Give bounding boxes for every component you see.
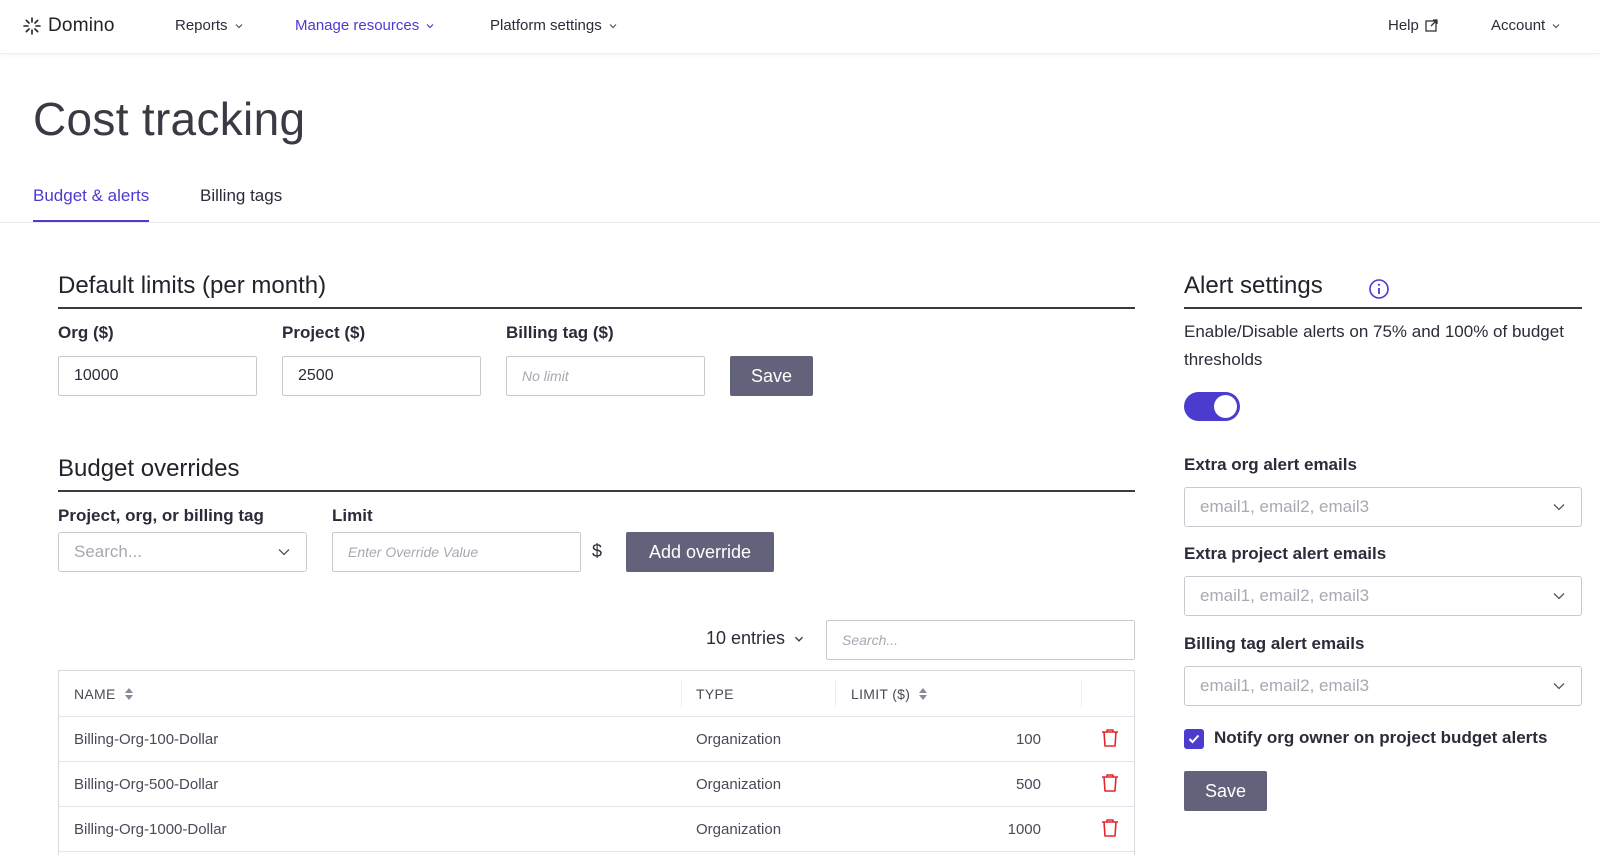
- save-alert-settings-button[interactable]: Save: [1184, 771, 1267, 811]
- override-limit-input[interactable]: Enter Override Value: [332, 532, 581, 572]
- project-limit-label: Project ($): [282, 323, 366, 342]
- alert-description: Enable/Disable alerts on 75% and 100% of…: [1184, 322, 1564, 369]
- tab-budget-alerts[interactable]: Budget & alerts: [33, 186, 150, 222]
- nav-reports-label: Reports: [175, 17, 228, 34]
- tab-bar: Budget & alerts Billing tags: [0, 180, 1600, 223]
- notify-owner-label: Notify org owner on project budget alert…: [1214, 728, 1548, 747]
- info-icon[interactable]: [1368, 278, 1390, 300]
- row-limit: 1000: [1007, 821, 1041, 838]
- billing-emails-label: Billing tag alert emails: [1184, 634, 1365, 653]
- org-emails-label: Extra org alert emails: [1184, 455, 1357, 474]
- name-column-header[interactable]: NAME: [74, 686, 134, 702]
- external-link-icon: [1425, 19, 1438, 32]
- project-limit-input[interactable]: 2500: [282, 356, 481, 396]
- column-separator: [681, 681, 682, 707]
- sort-icon: [919, 688, 928, 700]
- checkmark-icon: [1188, 734, 1200, 744]
- page-title: Cost tracking: [33, 93, 306, 145]
- override-target-select[interactable]: Search...: [58, 532, 307, 572]
- org-limit-label: Org ($): [58, 323, 114, 342]
- org-emails-placeholder: email1, email2, email3: [1200, 497, 1370, 516]
- logo-text: Domino: [48, 15, 115, 36]
- org-limit-input[interactable]: 10000: [58, 356, 257, 396]
- delete-icon[interactable]: [1101, 818, 1119, 838]
- chevron-down-icon: [794, 636, 804, 642]
- chevron-down-icon: [1553, 593, 1565, 600]
- table-row: Billing-Org-100-Dollar Organization 100: [59, 717, 1134, 762]
- column-separator: [835, 681, 836, 707]
- table-row: Billing-Org-500-Dollar Organization 500: [59, 762, 1134, 807]
- billing-emails-select[interactable]: email1, email2, email3: [1184, 666, 1582, 706]
- alerts-toggle[interactable]: [1184, 392, 1240, 421]
- sort-icon: [124, 688, 133, 700]
- toggle-knob: [1214, 395, 1237, 418]
- logo[interactable]: Domino: [22, 15, 115, 37]
- row-name: Billing-Org-100-Dollar: [74, 731, 219, 748]
- overrides-table: NAME TYPE LIMIT ($) Billing-Org-100-Doll…: [58, 670, 1135, 855]
- row-limit: 100: [1015, 731, 1041, 748]
- entries-per-page-select[interactable]: 10 entries: [706, 628, 805, 649]
- nav-help-label: Help: [1388, 17, 1419, 34]
- nav-reports[interactable]: Reports: [175, 17, 244, 34]
- row-name: Billing-Org-1000-Dollar: [74, 821, 227, 838]
- nav-account[interactable]: Account: [1491, 17, 1561, 34]
- row-type: Organization: [696, 776, 782, 793]
- section-divider: [58, 307, 1135, 309]
- billing-tag-limit-input[interactable]: No limit: [506, 356, 705, 396]
- save-default-limits-button[interactable]: Save: [730, 356, 813, 396]
- nav-manage-resources[interactable]: Manage resources: [295, 17, 435, 34]
- entries-label: 10 entries: [706, 628, 786, 648]
- notify-owner-checkbox[interactable]: [1184, 729, 1204, 749]
- nav-manage-resources-label: Manage resources: [295, 17, 420, 34]
- alert-settings-title: Alert settings: [1184, 272, 1323, 299]
- tab-billing-tags[interactable]: Billing tags: [200, 186, 282, 220]
- billing-emails-placeholder: email1, email2, email3: [1200, 676, 1370, 695]
- table-search-input[interactable]: Search...: [826, 620, 1135, 660]
- billing-tag-limit-label: Billing tag ($): [506, 323, 614, 342]
- domino-logo-icon: [23, 17, 41, 35]
- type-column-header: TYPE: [696, 686, 734, 702]
- row-name: Billing-Org-500-Dollar: [74, 776, 219, 793]
- nav-help[interactable]: Help: [1388, 17, 1438, 34]
- add-override-button[interactable]: Add override: [626, 532, 774, 572]
- limit-column-header[interactable]: LIMIT ($): [851, 686, 928, 702]
- column-separator: [1081, 681, 1082, 707]
- table-row: Billing-Org-1000-Dollar Organization 100…: [59, 807, 1134, 852]
- row-type: Organization: [696, 731, 782, 748]
- name-header-label: NAME: [74, 686, 116, 702]
- chevron-down-icon: [426, 23, 434, 28]
- chevron-down-icon: [1552, 23, 1560, 28]
- chevron-down-icon: [1553, 683, 1565, 690]
- delete-icon[interactable]: [1101, 728, 1119, 748]
- project-emails-placeholder: email1, email2, email3: [1200, 586, 1370, 605]
- chevron-down-icon: [609, 23, 617, 28]
- limit-header-label: LIMIT ($): [851, 686, 911, 702]
- type-header-label: TYPE: [696, 686, 734, 702]
- chevron-down-icon: [235, 23, 242, 28]
- override-target-placeholder: Search...: [74, 542, 143, 561]
- org-emails-select[interactable]: email1, email2, email3: [1184, 487, 1582, 527]
- delete-icon[interactable]: [1101, 773, 1119, 793]
- nav-platform-settings[interactable]: Platform settings: [490, 17, 618, 34]
- override-limit-label: Limit: [332, 506, 373, 525]
- override-target-label: Project, org, or billing tag: [58, 506, 264, 525]
- budget-overrides-title: Budget overrides: [58, 455, 240, 482]
- section-divider: [58, 490, 1135, 492]
- row-limit: 500: [1015, 776, 1041, 793]
- nav-platform-settings-label: Platform settings: [490, 17, 602, 34]
- chevron-down-icon: [1553, 504, 1565, 511]
- chevron-down-icon: [278, 549, 290, 556]
- currency-symbol: $: [592, 541, 603, 561]
- section-divider: [1184, 307, 1582, 309]
- project-emails-select[interactable]: email1, email2, email3: [1184, 576, 1582, 616]
- top-nav: Domino Reports Manage resources Platform…: [0, 0, 1600, 54]
- row-type: Organization: [696, 821, 782, 838]
- project-emails-label: Extra project alert emails: [1184, 544, 1387, 563]
- default-limits-title: Default limits (per month): [58, 272, 327, 299]
- nav-account-label: Account: [1491, 17, 1546, 34]
- table-header-row: NAME TYPE LIMIT ($): [59, 671, 1134, 717]
